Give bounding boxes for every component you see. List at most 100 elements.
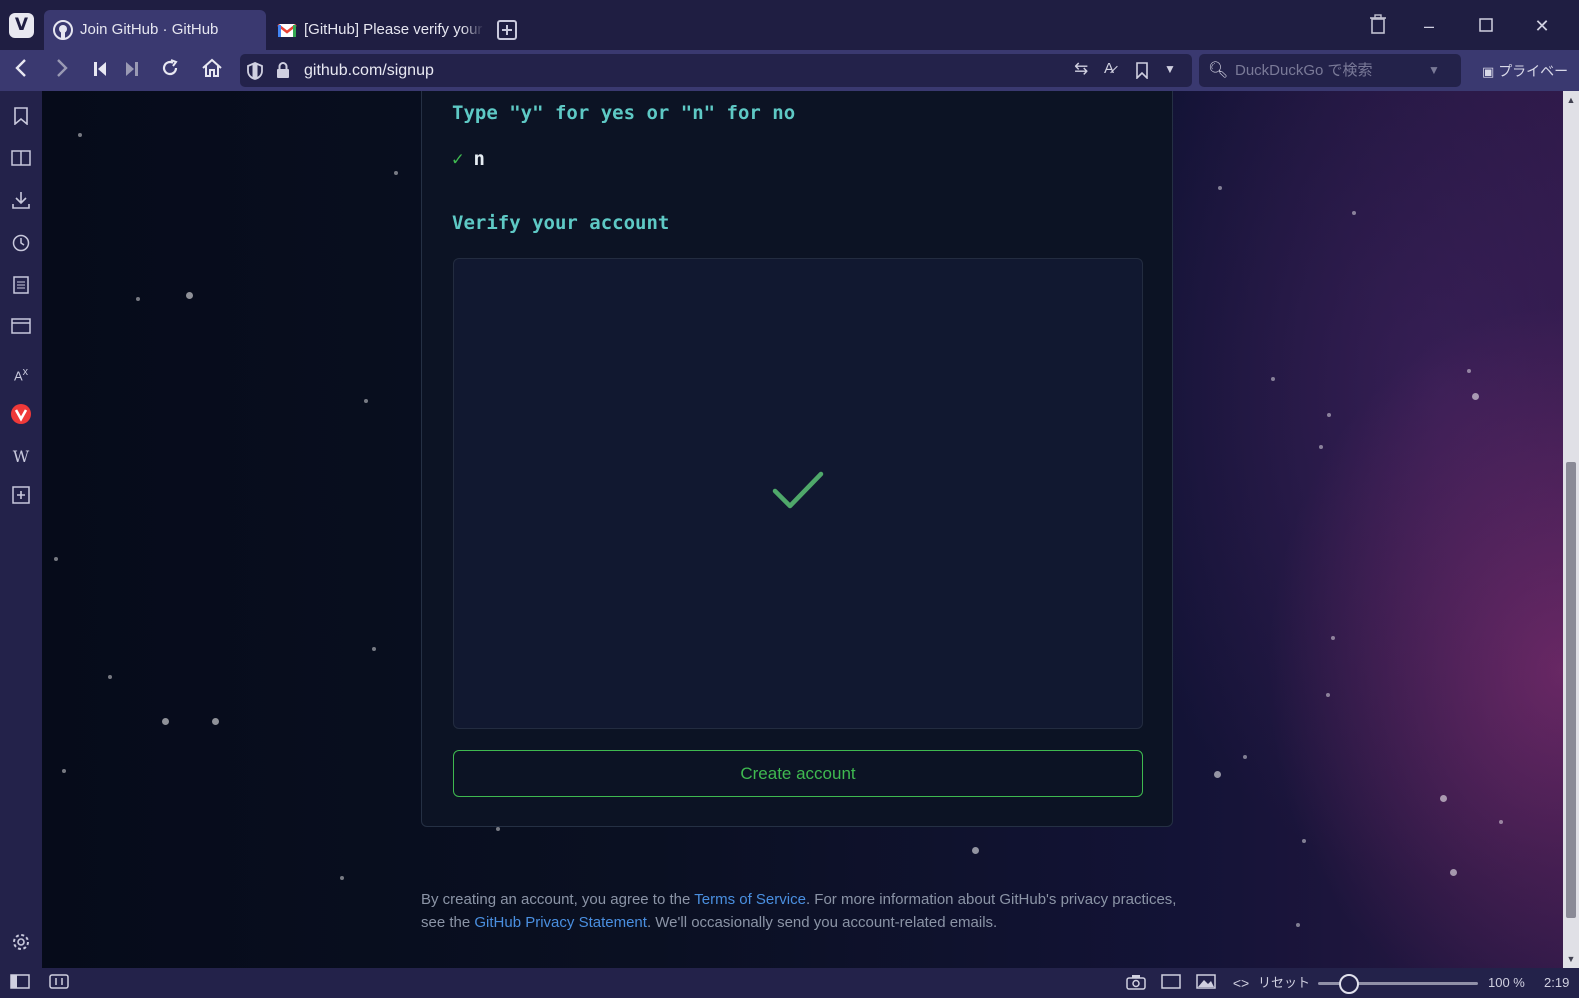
tab-label: [GitHub] Please verify your email bbox=[304, 21, 484, 38]
vivaldi-menu-icon[interactable]: V bbox=[9, 13, 34, 38]
url-bar[interactable]: github.com/signup ⇆ A̷ ▼ bbox=[240, 54, 1192, 87]
background-star bbox=[108, 675, 112, 679]
background-star bbox=[1467, 369, 1471, 373]
answer-value: n bbox=[473, 148, 485, 170]
images-icon[interactable] bbox=[1196, 974, 1216, 992]
background-star bbox=[340, 876, 344, 880]
background-star bbox=[212, 718, 219, 725]
background-star bbox=[1218, 186, 1222, 190]
translate-icon[interactable]: A̷ bbox=[1104, 60, 1114, 77]
page-actions-icon[interactable]: <> bbox=[1231, 974, 1251, 992]
background-star bbox=[1440, 795, 1447, 802]
create-account-button[interactable]: Create account bbox=[453, 750, 1143, 797]
gmail-icon bbox=[277, 24, 297, 37]
translate-panel-icon[interactable]: Ax bbox=[9, 360, 33, 384]
opt-in-answer: ✓ n bbox=[452, 148, 485, 170]
background-star bbox=[1331, 636, 1335, 640]
tab-tiling-icon[interactable] bbox=[49, 974, 69, 992]
reading-list-icon[interactable] bbox=[9, 150, 33, 174]
zoom-slider-knob[interactable] bbox=[1339, 974, 1359, 994]
zoom-reset-label[interactable]: リセット bbox=[1258, 974, 1310, 992]
toggle-panel-icon[interactable] bbox=[10, 974, 30, 992]
search-engine-chevron-icon[interactable]: ▼ bbox=[1428, 63, 1440, 77]
scrollbar-thumb[interactable] bbox=[1566, 462, 1576, 918]
dropdown-chevron-icon[interactable]: ▼ bbox=[1164, 62, 1176, 76]
minimize-icon[interactable]: – bbox=[1417, 14, 1441, 38]
add-web-panel-icon[interactable] bbox=[9, 486, 33, 510]
background-star bbox=[1472, 393, 1479, 400]
block-tracker-icon[interactable]: ⇆ bbox=[1074, 59, 1088, 79]
verified-check-icon bbox=[772, 471, 824, 509]
history-icon[interactable] bbox=[9, 234, 33, 258]
background-star bbox=[1326, 693, 1330, 697]
scroll-down-arrow-icon[interactable]: ▼ bbox=[1563, 952, 1579, 966]
window-panel-icon[interactable] bbox=[9, 318, 33, 342]
background-star bbox=[1352, 211, 1356, 215]
background-star bbox=[162, 718, 169, 725]
shield-icon[interactable] bbox=[247, 62, 263, 80]
background-star bbox=[364, 399, 368, 403]
opt-in-prompt: Type "y" for yes or "n" for no bbox=[452, 102, 796, 124]
address-bar-row: github.com/signup ⇆ A̷ ▼ 🔍︎ DuckDuckGo で… bbox=[0, 50, 1579, 106]
tab-join-github[interactable]: Join GitHub · GitHub bbox=[44, 10, 266, 50]
background-star bbox=[496, 827, 500, 831]
background-star bbox=[1499, 820, 1503, 824]
new-tab-button[interactable] bbox=[497, 20, 517, 40]
status-bar: <> リセット 100 % 2:19 bbox=[0, 968, 1579, 998]
url-text: github.com/signup bbox=[304, 62, 434, 79]
page-viewport: Type "y" for yes or "n" for no ✓ n Verify… bbox=[42, 91, 1563, 968]
github-icon bbox=[53, 20, 73, 40]
terms-notice: By creating an account, you agree to the… bbox=[421, 891, 1177, 931]
notes-icon[interactable] bbox=[9, 276, 33, 300]
page-tiling-icon[interactable] bbox=[1161, 974, 1181, 992]
background-star bbox=[372, 647, 376, 651]
bookmarks-panel-icon[interactable] bbox=[9, 107, 33, 131]
search-icon: 🔍︎ bbox=[1208, 62, 1229, 79]
tab-bar: V Join GitHub · GitHub [GitHub] Please v… bbox=[0, 0, 1579, 50]
search-input[interactable]: 🔍︎ DuckDuckGo で検索 ▼ bbox=[1199, 54, 1461, 87]
privacy-statement-link[interactable]: GitHub Privacy Statement bbox=[474, 914, 647, 931]
search-placeholder: DuckDuckGo で検索 bbox=[1235, 62, 1373, 79]
background-star bbox=[1302, 839, 1306, 843]
bookmark-icon[interactable] bbox=[1136, 62, 1148, 79]
background-star bbox=[1450, 869, 1457, 876]
tab-label: Join GitHub · GitHub bbox=[80, 21, 219, 38]
lock-icon[interactable] bbox=[276, 62, 290, 79]
browser-window: V Join GitHub · GitHub [GitHub] Please v… bbox=[0, 0, 1579, 998]
background-star bbox=[1243, 755, 1247, 759]
background-star bbox=[1327, 413, 1331, 417]
clock-time: 2:19 bbox=[1544, 975, 1570, 990]
scroll-up-arrow-icon[interactable]: ▲ bbox=[1563, 93, 1579, 107]
wikipedia-panel-icon[interactable]: W bbox=[9, 445, 33, 469]
close-icon[interactable]: ✕ bbox=[1530, 14, 1554, 38]
background-star bbox=[186, 292, 193, 299]
tab-gmail-verify[interactable]: [GitHub] Please verify your email bbox=[268, 10, 488, 50]
verify-account-heading: Verify your account bbox=[452, 212, 670, 234]
background-star bbox=[394, 171, 398, 175]
vivaldi-web-panel-icon[interactable] bbox=[9, 403, 33, 427]
terms-of-service-link[interactable]: Terms of Service bbox=[694, 891, 806, 908]
forward-icon[interactable] bbox=[49, 58, 75, 84]
home-icon[interactable] bbox=[199, 58, 225, 84]
background-star bbox=[1271, 377, 1275, 381]
trash-icon[interactable] bbox=[1366, 14, 1390, 38]
camera-icon[interactable] bbox=[1126, 974, 1146, 992]
zoom-level: 100 % bbox=[1488, 975, 1525, 990]
captcha-frame[interactable] bbox=[453, 258, 1143, 729]
background-star bbox=[62, 769, 66, 773]
maximize-icon[interactable] bbox=[1474, 14, 1498, 38]
check-icon: ✓ bbox=[452, 148, 464, 170]
background-star bbox=[1319, 445, 1323, 449]
signup-card: Type "y" for yes or "n" for no ✓ n Verify… bbox=[421, 91, 1173, 827]
background-star bbox=[972, 847, 979, 854]
back-icon[interactable] bbox=[8, 58, 34, 84]
fast-forward-icon[interactable] bbox=[119, 58, 145, 84]
ghost-icon: ▣ bbox=[1482, 64, 1495, 79]
downloads-icon[interactable] bbox=[9, 191, 33, 215]
background-star bbox=[54, 557, 58, 561]
rewind-icon[interactable] bbox=[87, 58, 113, 84]
background-star bbox=[1296, 923, 1300, 927]
reload-icon[interactable] bbox=[157, 58, 183, 84]
side-panel: Ax W bbox=[0, 91, 42, 968]
settings-gear-icon[interactable] bbox=[9, 933, 33, 957]
